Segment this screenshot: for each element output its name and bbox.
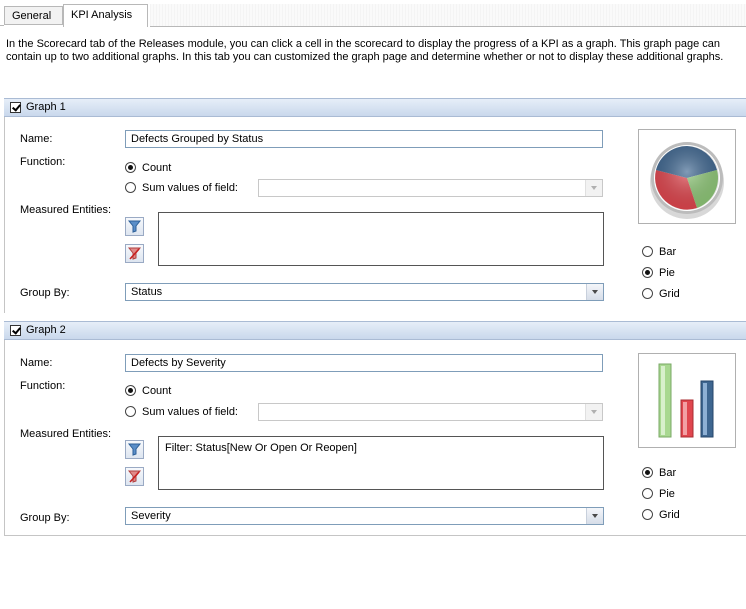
graph2-clear-filter-button[interactable] [125, 467, 144, 486]
tab-kpi-analysis[interactable]: KPI Analysis [63, 4, 148, 27]
chevron-down-icon [586, 508, 603, 524]
graph1-sum-field-select[interactable] [258, 179, 603, 197]
graph1-group-by-select[interactable]: Status [125, 283, 604, 301]
graph1-pie-label: Pie [659, 267, 675, 279]
graph2-pie-label: Pie [659, 488, 675, 500]
graph1-count-label: Count [142, 162, 172, 174]
graph1-pie-radio[interactable] [642, 267, 653, 278]
graph2-type-bar[interactable]: Bar [642, 467, 676, 481]
graph2-count-option[interactable]: Count [125, 385, 171, 399]
tab-bar-line [0, 25, 4, 26]
graph1-bar-label: Bar [659, 246, 677, 258]
graph2-count-label: Count [142, 385, 172, 397]
graph2-header: Graph 2 [4, 321, 746, 340]
graph1-type-pie[interactable]: Pie [642, 267, 675, 281]
graph1-grid-label: Grid [659, 288, 680, 300]
graph2-grid-label: Grid [659, 509, 680, 521]
graph1-filter-box[interactable] [158, 212, 604, 266]
graph1-panel: Name: Defects Grouped by Status Function… [4, 117, 746, 313]
graph2-sum-radio[interactable] [125, 406, 136, 417]
graph2-name-input[interactable]: Defects by Severity [125, 354, 603, 372]
graph2-sum-option[interactable]: Sum values of field: [125, 406, 238, 420]
graph1-sum-label: Sum values of field: [142, 182, 238, 194]
graph1-type-grid[interactable]: Grid [642, 288, 680, 302]
tab-general[interactable]: General [4, 6, 63, 25]
graph2-bar-radio[interactable] [642, 467, 653, 478]
graph1-sum-radio[interactable] [125, 182, 136, 193]
graph1-preview [638, 129, 736, 224]
bar-chart-icon [658, 363, 714, 438]
graph1-name-label: Name: [20, 133, 53, 145]
graph2-type-grid[interactable]: Grid [642, 509, 680, 523]
clear-filter-icon [127, 247, 142, 260]
chevron-down-icon [585, 180, 602, 196]
graph1-count-option[interactable]: Count [125, 162, 171, 176]
graph2-name-label: Name: [20, 357, 53, 369]
graph2-filter-button[interactable] [125, 440, 144, 459]
graph2-group-by-select[interactable]: Severity [125, 507, 604, 525]
chevron-down-icon [586, 284, 603, 300]
graph1-type-bar[interactable]: Bar [642, 246, 676, 260]
graph1-grid-radio[interactable] [642, 288, 653, 299]
funnel-icon [127, 443, 142, 456]
graph2-panel: Name: Defects by Severity Function: Coun… [4, 340, 746, 536]
intro-description: In the Scorecard tab of the Releases mod… [6, 38, 724, 63]
graph1-group-by-value: Status [131, 286, 163, 298]
graph2-grid-radio[interactable] [642, 509, 653, 520]
chevron-down-icon [585, 404, 602, 420]
graph2-group-by-label: Group By: [20, 512, 70, 524]
graph2-checkbox[interactable] [10, 325, 21, 336]
graph2-sum-field-select[interactable] [258, 403, 603, 421]
graph2-pie-radio[interactable] [642, 488, 653, 499]
graph2-sum-label: Sum values of field: [142, 406, 238, 418]
graph2-function-label: Function: [20, 380, 66, 392]
pie-chart-icon [650, 142, 724, 219]
graph1-bar-radio[interactable] [642, 246, 653, 257]
clear-filter-icon [127, 470, 142, 483]
graph2-bar-label: Bar [659, 467, 677, 479]
graph2-group-by-value: Severity [131, 510, 171, 522]
graph2-preview [638, 353, 736, 448]
graph2-filter-box[interactable]: Filter: Status[New Or Open Or Reopen] [158, 436, 604, 490]
funnel-icon [127, 220, 142, 233]
graph1-checkbox[interactable] [10, 102, 21, 113]
graph2-measured-entities-label: Measured Entities: [20, 428, 112, 440]
graph1-header: Graph 1 [4, 98, 746, 117]
graph1-sum-option[interactable]: Sum values of field: [125, 182, 238, 196]
graph2-title: Graph 2 [26, 324, 66, 336]
graph1-name-input[interactable]: Defects Grouped by Status [125, 130, 603, 148]
graph1-title: Graph 1 [26, 101, 66, 113]
graph1-function-label: Function: [20, 156, 66, 168]
graph1-clear-filter-button[interactable] [125, 244, 144, 263]
graph2-count-radio[interactable] [125, 385, 136, 396]
graph1-group-by-label: Group By: [20, 287, 70, 299]
graph1-count-radio[interactable] [125, 162, 136, 173]
tab-bar-fill [150, 4, 746, 27]
graph2-type-pie[interactable]: Pie [642, 488, 675, 502]
graph1-measured-entities-label: Measured Entities: [20, 204, 112, 216]
graph1-filter-button[interactable] [125, 217, 144, 236]
tab-bar: General KPI Analysis [0, 0, 746, 27]
